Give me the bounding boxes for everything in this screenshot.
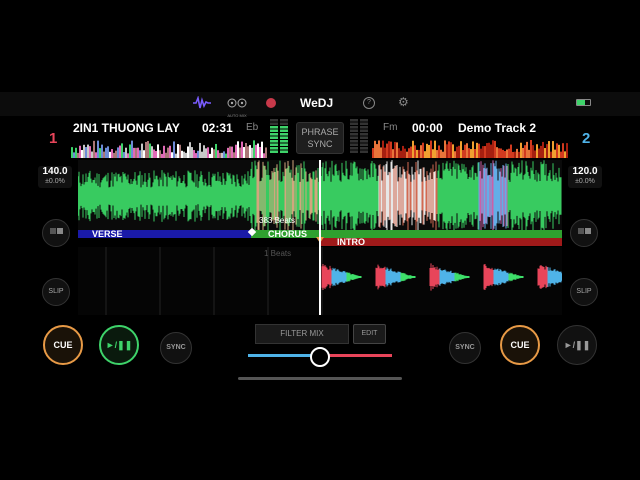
automix-label: AUTO MIX xyxy=(227,113,247,118)
deck2-level-meter xyxy=(350,119,370,155)
deck2-pad-button[interactable] xyxy=(570,219,598,247)
deck1-pitch: ±0.0% xyxy=(45,178,65,185)
deck2-number: 2 xyxy=(582,130,591,147)
deck1-beat-count: 383 Beats xyxy=(259,216,296,225)
playhead xyxy=(319,160,321,315)
deck1-cue-button[interactable]: CUE xyxy=(43,325,83,365)
gear-icon[interactable]: ⚙ xyxy=(398,95,409,109)
waveform-icon[interactable] xyxy=(193,96,211,110)
crossfader-right-track xyxy=(320,354,392,357)
deck1-overview-waveform[interactable] xyxy=(71,138,267,158)
deck1-pad-button[interactable] xyxy=(42,219,70,247)
deck2-bpm: 120.0 xyxy=(572,166,598,177)
crossfader-knob[interactable] xyxy=(310,347,330,367)
deck2-pitch: ±0.0% xyxy=(575,178,595,185)
deck2-time: 00:00 xyxy=(412,121,443,135)
phrase-verse-label: VERSE xyxy=(92,229,123,239)
phrase-sync-button[interactable]: PHRASE SYNC xyxy=(296,122,344,154)
deck2-cue-button[interactable]: CUE xyxy=(500,325,540,365)
deck1-slip-button[interactable]: SLIP xyxy=(42,278,70,306)
deck1-bpm: 140.0 xyxy=(42,166,68,177)
deck2-sync-button[interactable]: SYNC xyxy=(449,332,481,364)
battery-icon xyxy=(576,99,591,106)
deck2-slip-button[interactable]: SLIP xyxy=(570,278,598,306)
deck2-key: Fm xyxy=(383,122,398,133)
deck2-beat-count: 1 Beats xyxy=(264,249,292,258)
edit-button[interactable]: EDIT xyxy=(353,324,386,344)
deck1-level-meter xyxy=(270,119,290,155)
app-logo: WeDJ xyxy=(300,96,334,110)
automix-icon[interactable]: AUTO MIX xyxy=(227,95,247,118)
phrase-verse: VERSE xyxy=(78,229,251,239)
deck2-title[interactable]: Demo Track 2 xyxy=(458,121,558,135)
deck1-title[interactable]: 2IN1 THUONG LAY F xyxy=(73,121,183,135)
help-icon[interactable]: ? xyxy=(363,97,375,109)
deck2-bpm-box[interactable]: 120.0 ±0.0% xyxy=(568,166,602,188)
phrase-sync-line1: PHRASE xyxy=(301,127,339,137)
phrase-chorus: CHORUS xyxy=(251,229,562,239)
deck1-key: Eb xyxy=(246,122,259,133)
deck1-number: 1 xyxy=(49,130,58,147)
deck1-play-button[interactable]: ►/❚❚ xyxy=(99,325,139,365)
phrase-intro-label: INTRO xyxy=(337,237,365,247)
deck1-sync-button[interactable]: SYNC xyxy=(160,332,192,364)
battery-level xyxy=(577,100,585,105)
deck1-bpm-box[interactable]: 140.0 ±0.0% xyxy=(38,166,72,188)
filter-mix-button[interactable]: FILTER MIX xyxy=(255,324,349,344)
deck2-play-button[interactable]: ►/❚❚ xyxy=(557,325,597,365)
phrase-sync-line2: SYNC xyxy=(307,139,333,149)
deck2-overview-waveform[interactable] xyxy=(372,138,568,158)
record-button[interactable] xyxy=(266,98,276,108)
phrase-intro: INTRO xyxy=(320,237,562,247)
phrase-chorus-label: CHORUS xyxy=(268,229,308,239)
home-indicator[interactable] xyxy=(238,377,402,380)
deck1-time: 02:31 xyxy=(202,121,233,135)
